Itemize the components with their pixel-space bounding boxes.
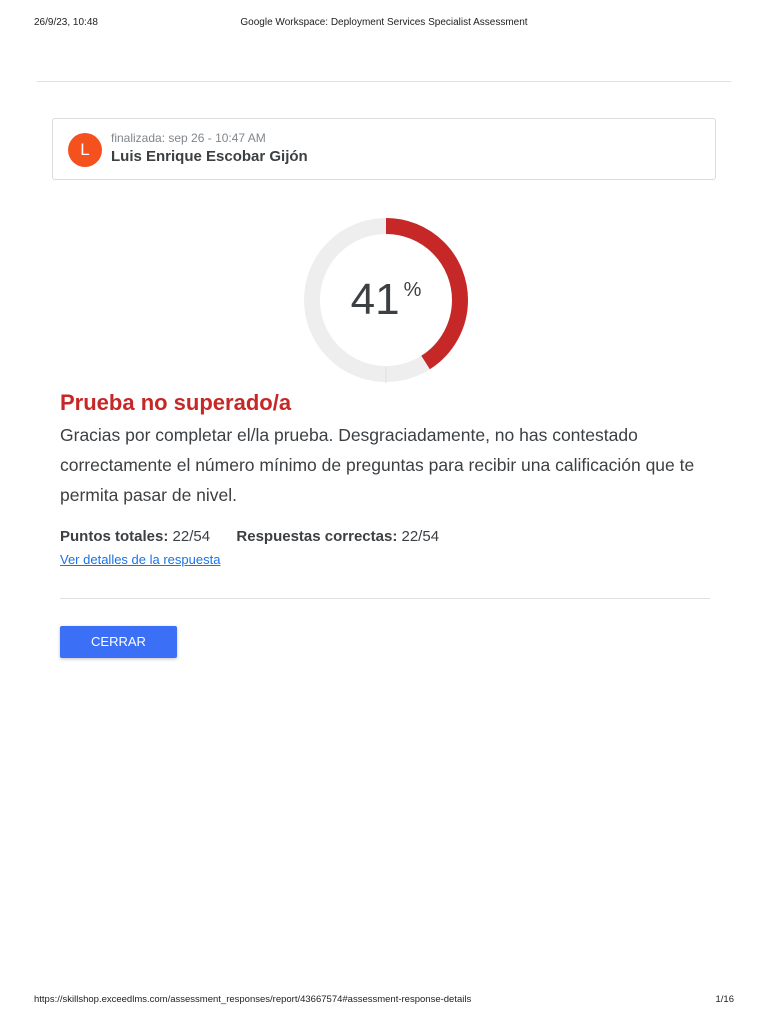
total-points-label: Puntos totales: bbox=[60, 528, 169, 545]
print-header: 26/9/23, 10:48 Google Workspace: Deploym… bbox=[0, 17, 768, 31]
print-title: Google Workspace: Deployment Services Sp… bbox=[240, 17, 528, 28]
result-message: Gracias por completar el/la prueba. Desg… bbox=[60, 425, 695, 505]
divider bbox=[60, 598, 710, 599]
print-url: https://skillshop.exceedlms.com/assessme… bbox=[34, 994, 472, 1005]
score-value: 41% bbox=[298, 272, 474, 328]
score-number: 41 bbox=[350, 275, 400, 324]
correct-answers-label: Respuestas correctas: bbox=[236, 528, 398, 545]
result-title: Prueba no superado/a bbox=[60, 390, 292, 415]
total-points-value: 22/54 bbox=[172, 528, 211, 545]
finished-timestamp: finalizada: sep 26 - 10:47 AM bbox=[111, 131, 266, 145]
percent-sign: % bbox=[403, 279, 422, 301]
divider bbox=[37, 81, 731, 82]
stats: Puntos totales: 22/54 Respuestas correct… bbox=[60, 528, 439, 545]
close-button[interactable]: CERRAR bbox=[60, 626, 177, 658]
print-footer: https://skillshop.exceedlms.com/assessme… bbox=[0, 994, 768, 1008]
view-details-link[interactable]: Ver detalles de la respuesta bbox=[60, 552, 220, 567]
avatar: L bbox=[68, 133, 102, 167]
user-card: L finalizada: sep 26 - 10:47 AM Luis Enr… bbox=[52, 118, 716, 180]
correct-answers-value: 22/54 bbox=[401, 528, 440, 545]
page-number: 1/16 bbox=[715, 994, 735, 1005]
user-name: Luis Enrique Escobar Gijón bbox=[111, 148, 308, 165]
